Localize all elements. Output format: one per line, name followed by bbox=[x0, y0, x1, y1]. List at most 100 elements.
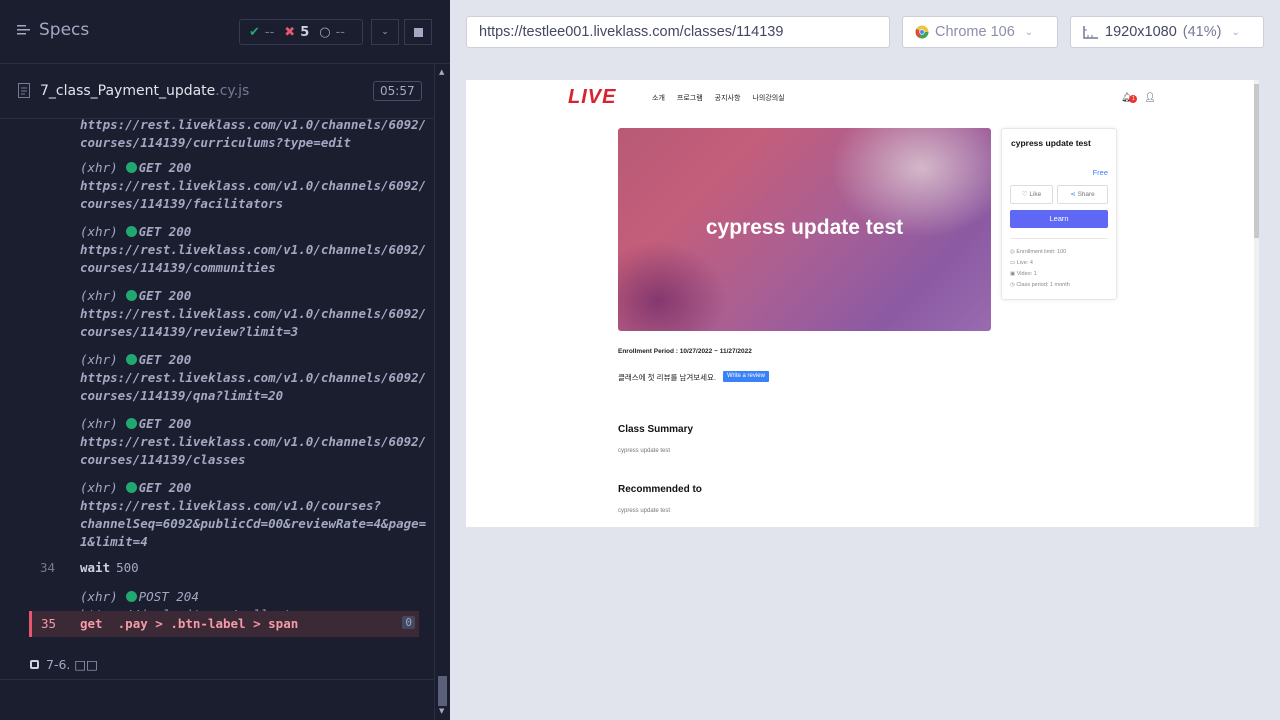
runner-header: Specs ✔ -- ✖ 5 ○ -- ⌄ bbox=[0, 0, 450, 64]
viewport-selector[interactable]: 1920x1080 (41%) ⌄ bbox=[1070, 16, 1264, 48]
like-button[interactable]: ♡ Like bbox=[1010, 185, 1053, 204]
command-arg: 500 bbox=[116, 560, 139, 575]
spec-file-name[interactable]: 7_class_Payment_update.cy.js bbox=[40, 83, 249, 99]
enrollment-period: Enrollment Period : 10/27/2022 ~ 11/27/2… bbox=[618, 348, 752, 355]
xhr-log-entry[interactable]: (xhr) GET 200 https://rest.liveklass.com/v… bbox=[80, 159, 427, 213]
url-bar[interactable]: https://testlee001.liveklass.com/classes… bbox=[466, 16, 890, 48]
card-title: cypress update test bbox=[1011, 138, 1091, 148]
xhr-url-line: https://rest.liveklass.com/v1.0/channels… bbox=[80, 242, 427, 257]
learn-button[interactable]: Learn bbox=[1010, 210, 1108, 228]
xhr-url-line: https://rest.liveklass.com/v1.0/channels… bbox=[80, 306, 427, 321]
status-dot-icon bbox=[125, 482, 137, 493]
class-hero-image: cypress update test bbox=[618, 128, 991, 331]
scroll-down-icon: ▼ bbox=[439, 707, 445, 715]
xhr-method: GET 200 bbox=[138, 160, 192, 175]
heart-icon: ♡ bbox=[1021, 191, 1028, 198]
spec-duration: 05:57 bbox=[373, 81, 422, 101]
stop-button[interactable] bbox=[404, 19, 432, 45]
suite-row[interactable]: 7-6. □□ bbox=[30, 657, 98, 672]
user-icon[interactable]: 👤︎ bbox=[1144, 92, 1155, 103]
xhr-label: (xhr) bbox=[80, 288, 118, 303]
class-info-card: cypress update test Free ♡ Like ⋖ Share … bbox=[1001, 128, 1117, 300]
chevron-down-icon: ⌄ bbox=[1024, 26, 1034, 38]
share-label: Share bbox=[1077, 191, 1095, 198]
info-enrollment-limit: ◎ Enrollment limit: 100 bbox=[1010, 249, 1067, 255]
document-icon bbox=[18, 83, 30, 102]
test-stats: ✔ -- ✖ 5 ○ -- bbox=[239, 19, 363, 45]
nav-item-intro[interactable]: 소개 bbox=[652, 93, 665, 103]
xhr-url-line: courses/114139/review?limit=3 bbox=[80, 324, 299, 339]
review-prompt: 클래스에 첫 리뷰를 남겨보세요. bbox=[618, 373, 717, 382]
aut-panel: https://testlee001.liveklass.com/classes… bbox=[450, 0, 1280, 720]
command-log-scrollbar[interactable]: ▲ ▼ bbox=[434, 64, 450, 720]
xhr-url-line: courses/114139/qna?limit=20 bbox=[80, 388, 284, 403]
aut-scroll-thumb[interactable] bbox=[1254, 84, 1259, 238]
command-selector: .pay > .btn-label > span bbox=[117, 616, 299, 631]
sidebar-menu-icon bbox=[17, 25, 30, 35]
recommended-heading: Recommended to bbox=[618, 484, 702, 495]
specs-button[interactable]: Specs bbox=[17, 20, 89, 40]
xhr-label: (xhr) bbox=[80, 352, 118, 367]
notification-badge: 1 bbox=[1129, 95, 1138, 103]
xhr-label: (xhr) bbox=[80, 589, 118, 604]
share-icon: ⋖ bbox=[1070, 191, 1076, 198]
nav-item-my-classroom[interactable]: 나의강의실 bbox=[752, 93, 784, 103]
spec-file-header: 7_class_Payment_update.cy.js bbox=[0, 65, 434, 119]
xhr-log-entry[interactable]: (xhr) GET 200 https://rest.liveklass.com/v… bbox=[80, 223, 427, 277]
ruler-icon bbox=[1083, 26, 1098, 39]
expand-toggle-button[interactable]: ⌄ bbox=[371, 19, 399, 45]
xhr-label: (xhr) bbox=[80, 480, 118, 495]
xhr-log-entry[interactable]: https://rest.liveklass.com/v1.0/channels… bbox=[80, 119, 426, 152]
stop-icon bbox=[413, 27, 423, 37]
status-dot-icon bbox=[125, 418, 137, 429]
xhr-log-entry[interactable]: (xhr) GET 200 https://rest.liveklass.com/v… bbox=[80, 351, 426, 405]
status-dot-icon bbox=[125, 354, 137, 365]
failed-command-row[interactable]: 35 get .pay > .btn-label > span 0 bbox=[29, 611, 419, 637]
xhr-method: GET 200 bbox=[138, 416, 192, 431]
bell-icon[interactable]: 🔔︎1 bbox=[1121, 92, 1138, 103]
xhr-method: GET 200 bbox=[138, 224, 192, 239]
xhr-status-line: (xhr) GET 200 bbox=[80, 159, 415, 177]
xhr-url-line: channelSeq=6092&publicCd=00&reviewRate=4… bbox=[80, 516, 427, 531]
xhr-log-entry[interactable]: (xhr) GET 200 https://rest.liveklass.com/v… bbox=[80, 287, 427, 341]
nav-item-notice[interactable]: 공지사항 bbox=[715, 93, 741, 103]
info-text: Video: 1 bbox=[1016, 271, 1037, 277]
xhr-label: (xhr) bbox=[80, 224, 118, 239]
cypress-command-log-panel: Specs ✔ -- ✖ 5 ○ -- ⌄ 7_class_Payment_up… bbox=[0, 0, 450, 720]
info-text: Class period: 1 month bbox=[1016, 282, 1070, 288]
browser-selector[interactable]: Chrome 106 ⌄ bbox=[902, 16, 1058, 48]
info-live: ▭ Live: 4 bbox=[1010, 260, 1033, 266]
x-icon: ✖ bbox=[284, 24, 296, 40]
xhr-url-line: courses/114139/facilitators bbox=[80, 196, 284, 211]
aut-iframe: LIVE 소개 프로그램 공지사항 나의강의실 🔔︎1 👤︎ cypress u… bbox=[466, 80, 1259, 527]
scroll-up-icon: ▲ bbox=[439, 68, 445, 76]
xhr-log-entry[interactable]: (xhr) GET 200 https://rest.liveklass.com/v… bbox=[80, 479, 427, 551]
command-name: get bbox=[80, 616, 103, 631]
xhr-url-line: https://rest.liveklass.com/v1.0/channels… bbox=[80, 178, 427, 193]
xhr-url-line: courses/114139/curriculums?type=edit bbox=[80, 135, 351, 150]
command-log: https://rest.liveklass.com/v1.0/channels… bbox=[0, 119, 434, 679]
nav-item-program[interactable]: 프로그램 bbox=[677, 93, 703, 103]
xhr-status-line: (xhr) GET 200 bbox=[80, 223, 415, 241]
xhr-url-line: https://rest.liveklass.com/v1.0/courses? bbox=[80, 498, 382, 513]
info-text: Live: 4 bbox=[1016, 260, 1033, 266]
share-button[interactable]: ⋖ Share bbox=[1057, 185, 1108, 204]
xhr-label: (xhr) bbox=[80, 160, 118, 175]
scroll-thumb[interactable] bbox=[438, 676, 447, 706]
hero-title: cypress update test bbox=[705, 216, 904, 239]
write-review-button[interactable]: Write a review bbox=[723, 371, 769, 382]
site-logo[interactable]: LIVE bbox=[568, 86, 616, 109]
pending-count: -- bbox=[335, 24, 345, 40]
check-icon: ✔ bbox=[249, 24, 260, 40]
xhr-method: GET 200 bbox=[138, 352, 192, 367]
suite-checkbox-icon bbox=[30, 660, 39, 669]
xhr-log-entry[interactable]: (xhr) GET 200 https://rest.liveklass.com/v… bbox=[80, 415, 426, 469]
status-dot-icon bbox=[125, 162, 137, 173]
xhr-method: GET 200 bbox=[138, 288, 192, 303]
card-divider bbox=[1010, 238, 1108, 239]
wait-command[interactable]: wait 500 bbox=[80, 560, 139, 575]
element-count-badge: 0 bbox=[402, 616, 415, 629]
header-icons: 🔔︎1 👤︎ bbox=[1121, 92, 1156, 103]
zoom-label: (41%) bbox=[1182, 24, 1222, 40]
status-dot-icon bbox=[125, 290, 137, 301]
